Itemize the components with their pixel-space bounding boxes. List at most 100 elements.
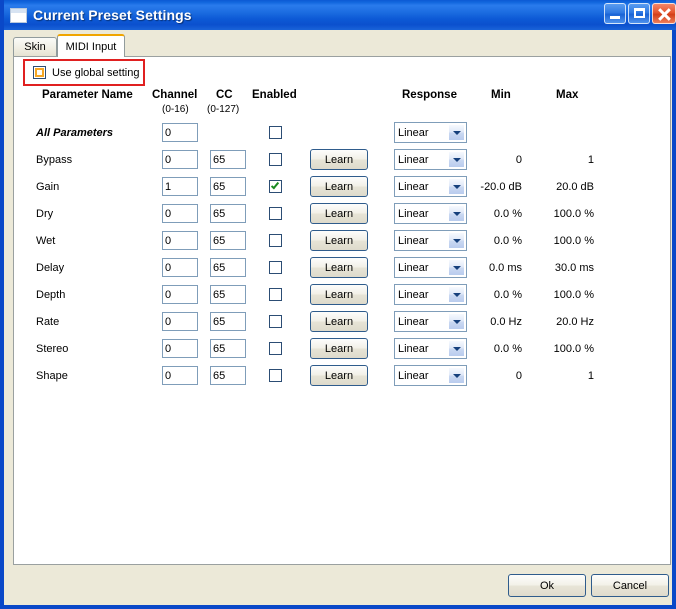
min-value: -20.0 dB bbox=[480, 180, 522, 193]
response-value: Linear bbox=[398, 234, 429, 247]
title-bar[interactable]: Current Preset Settings bbox=[4, 0, 676, 30]
dialog-footer: Ok Cancel bbox=[4, 570, 672, 605]
table-row: Bypass Learn Linear 0 1 bbox=[14, 146, 670, 173]
learn-cell: Learn bbox=[310, 281, 368, 308]
parameter-name-label: Gain bbox=[36, 180, 60, 193]
col-header-max: Max bbox=[556, 89, 579, 101]
channel-input[interactable] bbox=[162, 339, 198, 358]
learn-button[interactable]: Learn bbox=[310, 149, 368, 170]
cancel-button[interactable]: Cancel bbox=[591, 574, 669, 597]
table-row: Wet Learn Linear 0.0 % 100.0 % bbox=[14, 227, 670, 254]
parameter-name-label: Wet bbox=[36, 234, 56, 247]
max-value: 30.0 ms bbox=[554, 261, 594, 274]
enabled-cell bbox=[269, 227, 282, 254]
cc-cell bbox=[210, 308, 246, 335]
col-header-min: Min bbox=[491, 89, 511, 101]
response-cell: Linear bbox=[394, 119, 467, 146]
min-value: 0.0 % bbox=[493, 288, 522, 301]
enabled-cell bbox=[269, 119, 282, 146]
parameter-name-label: Rate bbox=[36, 315, 60, 328]
col-header-cc: CC bbox=[216, 89, 233, 101]
learn-cell: Learn bbox=[310, 227, 368, 254]
table-row: Depth Learn Linear 0.0 % 100.0 % bbox=[14, 281, 670, 308]
channel-input[interactable] bbox=[162, 177, 198, 196]
enabled-checkbox[interactable] bbox=[269, 369, 282, 382]
channel-cell bbox=[162, 146, 198, 173]
min-value: 0.0 % bbox=[493, 207, 522, 220]
channel-input[interactable] bbox=[162, 285, 198, 304]
enabled-checkbox[interactable] bbox=[269, 288, 282, 301]
window-controls bbox=[604, 3, 676, 24]
channel-input[interactable] bbox=[162, 123, 198, 142]
cc-input[interactable] bbox=[210, 312, 246, 331]
table-row: Delay Learn Linear 0.0 ms 30.0 ms bbox=[14, 254, 670, 281]
parameter-name-label: Depth bbox=[36, 288, 66, 301]
cc-input[interactable] bbox=[210, 231, 246, 250]
learn-button[interactable]: Learn bbox=[310, 257, 368, 278]
minimize-button[interactable] bbox=[604, 3, 626, 24]
table-row: Rate Learn Linear 0.0 Hz 20.0 Hz bbox=[14, 308, 670, 335]
tab-strip: Skin MIDI Input bbox=[13, 34, 671, 57]
cc-input[interactable] bbox=[210, 177, 246, 196]
response-value: Linear bbox=[398, 126, 429, 139]
table-row: All Parameters Linear bbox=[14, 119, 670, 146]
enabled-checkbox[interactable] bbox=[269, 234, 282, 247]
enabled-checkbox[interactable] bbox=[269, 315, 282, 328]
cc-input[interactable] bbox=[210, 366, 246, 385]
enabled-checkbox[interactable] bbox=[269, 153, 282, 166]
learn-cell: Learn bbox=[310, 173, 368, 200]
cc-cell bbox=[210, 146, 246, 173]
channel-input[interactable] bbox=[162, 231, 198, 250]
use-global-setting-checkbox[interactable] bbox=[33, 66, 46, 79]
cc-input[interactable] bbox=[210, 285, 246, 304]
enabled-checkbox[interactable] bbox=[269, 180, 282, 193]
channel-input[interactable] bbox=[162, 258, 198, 277]
learn-button[interactable]: Learn bbox=[310, 284, 368, 305]
chevron-down-icon[interactable] bbox=[448, 124, 465, 141]
enabled-checkbox[interactable] bbox=[269, 261, 282, 274]
learn-button[interactable]: Learn bbox=[310, 311, 368, 332]
channel-input[interactable] bbox=[162, 312, 198, 331]
learn-cell: Learn bbox=[310, 308, 368, 335]
cc-cell bbox=[210, 200, 246, 227]
learn-button[interactable]: Learn bbox=[310, 230, 368, 251]
channel-cell bbox=[162, 200, 198, 227]
parameter-name-label: Stereo bbox=[36, 342, 69, 355]
table-row: Gain Learn Linear -20.0 dB 20.0 dB bbox=[14, 173, 670, 200]
close-button[interactable] bbox=[652, 3, 676, 24]
table-row: Dry Learn Linear 0.0 % 100.0 % bbox=[14, 200, 670, 227]
cc-cell bbox=[210, 335, 246, 362]
tab-skin[interactable]: Skin bbox=[13, 37, 57, 56]
cc-input[interactable] bbox=[210, 258, 246, 277]
learn-button[interactable]: Learn bbox=[310, 338, 368, 359]
learn-button[interactable]: Learn bbox=[310, 176, 368, 197]
learn-button[interactable]: Learn bbox=[310, 203, 368, 224]
col-header-response: Response bbox=[402, 89, 457, 101]
col-header-parameter-name: Parameter Name bbox=[42, 89, 133, 101]
cc-input[interactable] bbox=[210, 204, 246, 223]
channel-input[interactable] bbox=[162, 150, 198, 169]
response-dropdown[interactable]: Linear bbox=[394, 122, 467, 143]
cc-input[interactable] bbox=[210, 150, 246, 169]
cc-cell bbox=[210, 254, 246, 281]
max-value: 100.0 % bbox=[553, 207, 594, 220]
response-value: Linear bbox=[398, 180, 429, 193]
cc-input[interactable] bbox=[210, 339, 246, 358]
response-value: Linear bbox=[398, 288, 429, 301]
min-value: 0.0 % bbox=[493, 234, 522, 247]
channel-cell bbox=[162, 308, 198, 335]
ok-button[interactable]: Ok bbox=[508, 574, 586, 597]
response-value: Linear bbox=[398, 342, 429, 355]
channel-input[interactable] bbox=[162, 204, 198, 223]
enabled-checkbox[interactable] bbox=[269, 126, 282, 139]
enabled-cell bbox=[269, 173, 282, 200]
maximize-button[interactable] bbox=[628, 3, 650, 24]
response-value: Linear bbox=[398, 315, 429, 328]
enabled-checkbox[interactable] bbox=[269, 342, 282, 355]
learn-cell: Learn bbox=[310, 200, 368, 227]
channel-input[interactable] bbox=[162, 366, 198, 385]
tab-midi-input[interactable]: MIDI Input bbox=[57, 34, 125, 57]
enabled-cell bbox=[269, 335, 282, 362]
learn-button[interactable]: Learn bbox=[310, 365, 368, 386]
enabled-checkbox[interactable] bbox=[269, 207, 282, 220]
